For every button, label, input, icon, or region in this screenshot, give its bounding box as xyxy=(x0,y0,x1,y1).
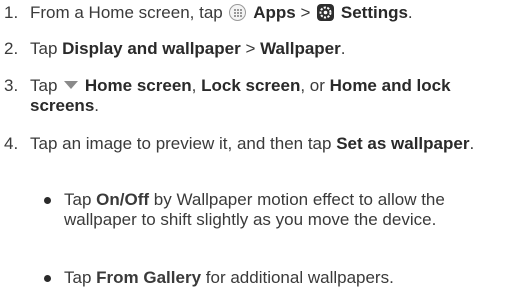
dropdown-triangle-icon xyxy=(64,81,79,89)
bullet-text: Tap From Gallery for additional wallpape… xyxy=(64,268,394,287)
list-item: Tap On/Off by Wallpaper motion effect to… xyxy=(40,190,510,252)
bullet-icon xyxy=(44,197,51,204)
step-3: 3. Tap Home screen, Lock screen, or Home… xyxy=(0,76,510,118)
apps-grid-icon xyxy=(229,4,247,21)
bullet-text: Tap On/Off by Wallpaper motion effect to… xyxy=(64,190,445,229)
step-number: 4. xyxy=(4,134,19,153)
step-number: 1. xyxy=(4,3,19,22)
step-text: Tap Display and wallpaper > Wallpaper. xyxy=(30,39,346,58)
step-2: 2. Tap Display and wallpaper > Wallpaper… xyxy=(0,39,510,61)
list-item: Tap From Gallery for additional wallpape… xyxy=(40,268,510,290)
step-number: 3. xyxy=(4,76,19,95)
step-text: Tap Home screen, Lock screen, or Home an… xyxy=(30,76,451,115)
step-1: 1. From a Home screen, tap Apps > Settin… xyxy=(0,3,510,25)
step-text: Tap an image to preview it, and then tap… xyxy=(30,134,475,153)
step-4: 4. Tap an image to preview it, and then … xyxy=(0,134,510,176)
bullet-icon xyxy=(44,275,51,282)
step-number: 2. xyxy=(4,39,19,58)
settings-gear-icon xyxy=(317,4,335,21)
instructions-document: 1. From a Home screen, tap Apps > Settin… xyxy=(0,0,510,307)
step-text: From a Home screen, tap Apps > Settings. xyxy=(30,3,413,22)
